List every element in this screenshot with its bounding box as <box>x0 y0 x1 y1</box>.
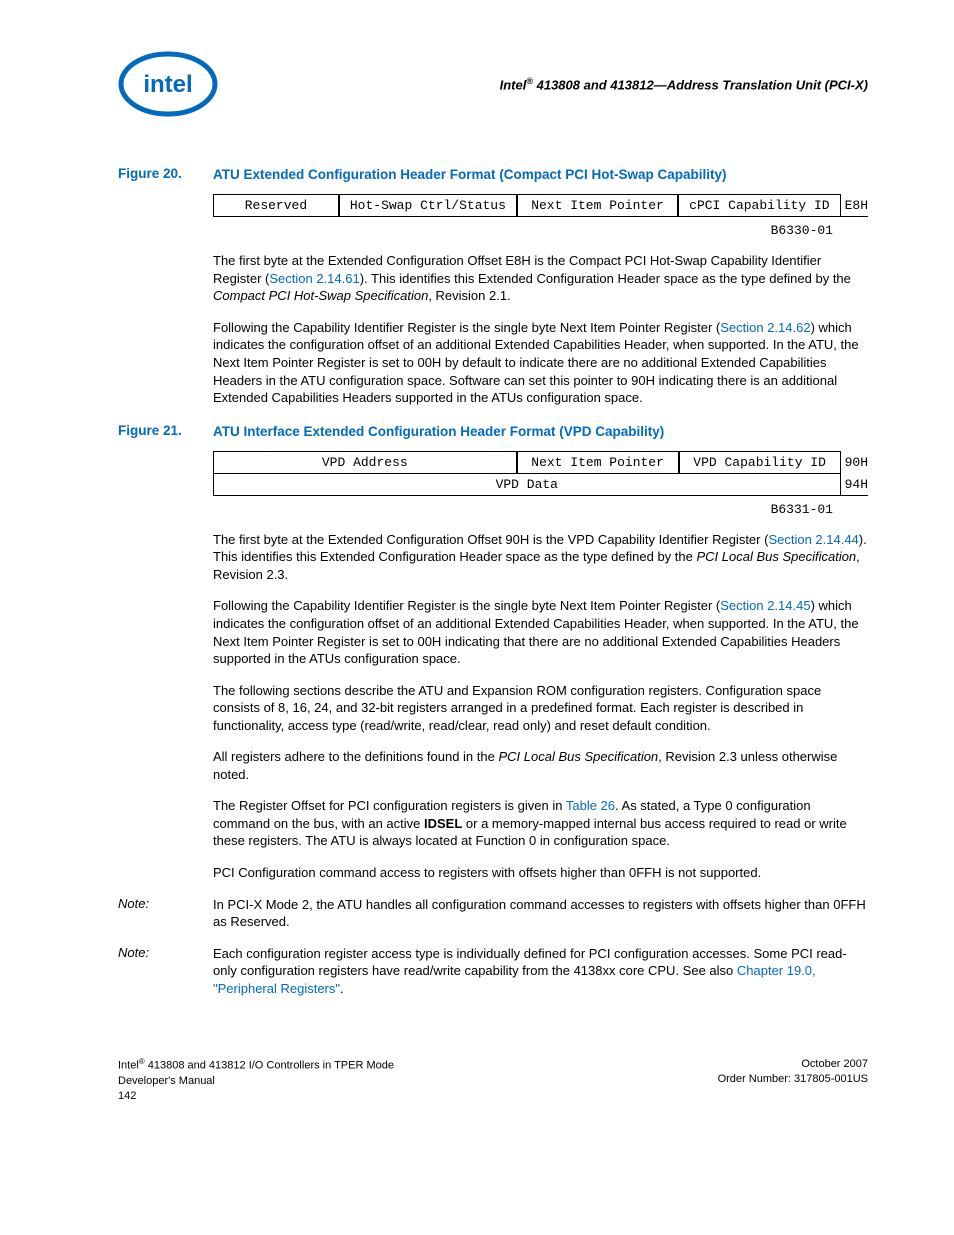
reg-cell: Next Item Pointer <box>517 195 678 217</box>
section-link[interactable]: Section 2.14.45 <box>720 598 810 613</box>
note-text: Each configuration register access type … <box>213 945 868 998</box>
paragraph: The first byte at the Extended Configura… <box>213 531 868 584</box>
reg-offset: E8H <box>840 195 868 217</box>
figure-21-diagram: VPD Address Next Item Pointer VPD Capabi… <box>213 451 868 517</box>
figure-label: Figure 21. <box>118 423 213 438</box>
footer-right: October 2007 Order Number: 317805-001US <box>718 1057 868 1103</box>
note-1: Note: In PCI-X Mode 2, the ATU handles a… <box>118 896 868 931</box>
figure-title: ATU Extended Configuration Header Format… <box>213 166 727 184</box>
paragraph: The following sections describe the ATU … <box>213 682 868 735</box>
reg-cell: Hot-Swap Ctrl/Status <box>339 195 517 217</box>
figure-20-heading: Figure 20. ATU Extended Configuration He… <box>118 166 868 184</box>
footer-left: Intel® 413808 and 413812 I/O Controllers… <box>118 1057 394 1103</box>
paragraph: Following the Capability Identifier Regi… <box>213 319 868 407</box>
svg-text:intel: intel <box>143 71 192 98</box>
figure-title: ATU Interface Extended Configuration Hea… <box>213 423 664 441</box>
reg-offset: 94H <box>840 473 868 495</box>
diagram-code: B6331-01 <box>213 502 837 517</box>
paragraph: The first byte at the Extended Configura… <box>213 252 868 305</box>
intel-logo-icon: intel <box>118 50 218 118</box>
register-table: Reserved Hot-Swap Ctrl/Status Next Item … <box>213 194 868 217</box>
reg-cell: VPD Address <box>214 451 517 473</box>
section-link[interactable]: Section 2.14.44 <box>768 532 858 547</box>
note-2: Note: Each configuration register access… <box>118 945 868 998</box>
paragraph: The Register Offset for PCI configuratio… <box>213 797 868 850</box>
register-table: VPD Address Next Item Pointer VPD Capabi… <box>213 451 868 496</box>
figure-20-diagram: Reserved Hot-Swap Ctrl/Status Next Item … <box>213 194 868 238</box>
section-link[interactable]: Section 2.14.61 <box>269 271 359 286</box>
note-text: In PCI-X Mode 2, the ATU handles all con… <box>213 896 868 931</box>
diagram-code: B6330-01 <box>213 223 837 238</box>
reg-cell: VPD Capability ID <box>679 451 841 473</box>
figure-21-heading: Figure 21. ATU Interface Extended Config… <box>118 423 868 441</box>
paragraph: All registers adhere to the definitions … <box>213 748 868 783</box>
reg-cell: Next Item Pointer <box>517 451 679 473</box>
paragraph: Following the Capability Identifier Regi… <box>213 597 868 667</box>
figure-label: Figure 20. <box>118 166 213 181</box>
reg-cell: cPCI Capability ID <box>678 195 840 217</box>
paragraph: PCI Configuration command access to regi… <box>213 864 868 882</box>
note-label: Note: <box>118 896 213 911</box>
reg-offset: 90H <box>840 451 868 473</box>
table-link[interactable]: Table 26 <box>566 798 615 813</box>
page-header: intel Intel® 413808 and 413812—Address T… <box>118 50 868 118</box>
reg-cell: VPD Data <box>214 473 841 495</box>
header-title: Intel® 413808 and 413812—Address Transla… <box>500 76 868 92</box>
page-footer: Intel® 413808 and 413812 I/O Controllers… <box>118 1057 868 1103</box>
reg-cell: Reserved <box>214 195 339 217</box>
note-label: Note: <box>118 945 213 960</box>
section-link[interactable]: Section 2.14.62 <box>720 320 810 335</box>
